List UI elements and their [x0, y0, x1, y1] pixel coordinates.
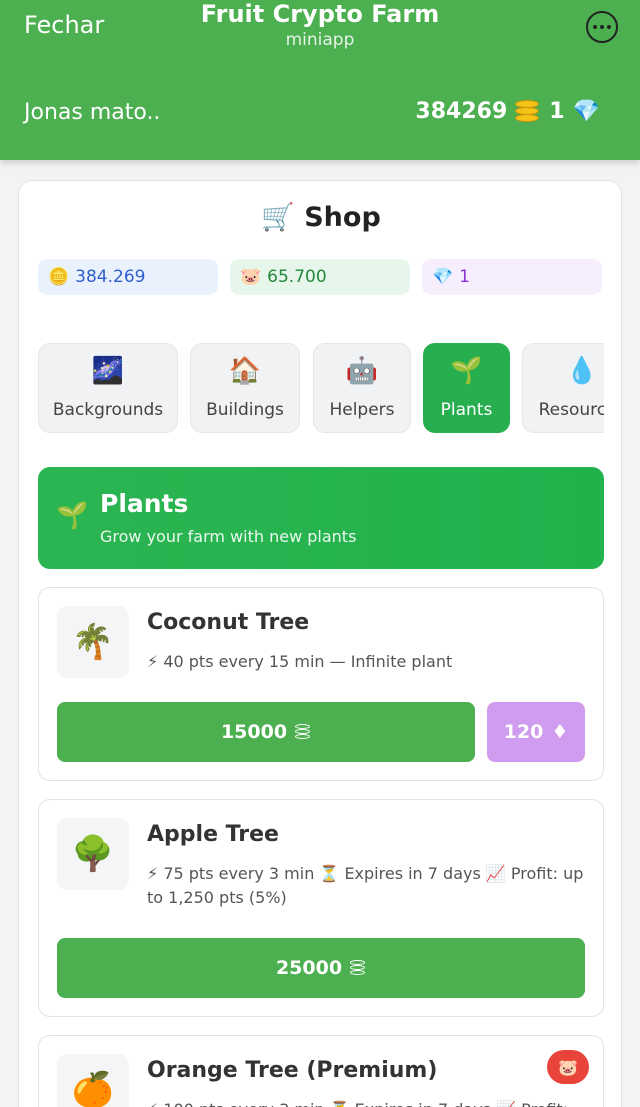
product-description: ⚡ 100 pts every 3 min ⏳ Expires in 7 day… — [147, 1098, 587, 1107]
piggy-bank-icon: 🐷 — [547, 1050, 589, 1084]
balance: 384269 1 💎 — [415, 98, 600, 124]
coins-stat: 🪙 384.269 — [38, 259, 218, 295]
seedling-icon: 🌱 — [450, 356, 483, 386]
product-description: ⚡ 40 pts every 15 min — Infinite plant — [147, 652, 453, 671]
tab-resources[interactable]: 💧 Resources — [522, 343, 604, 433]
product-name: Coconut Tree — [147, 610, 310, 635]
coins-icon — [515, 98, 541, 124]
apple-tree-icon: 🌳 — [57, 818, 129, 890]
app-header: Fechar Fruit Crypto Farm miniapp Jonas m… — [0, 0, 640, 160]
section-subtitle: Grow your farm with new plants — [100, 527, 357, 546]
product-name: Orange Tree (Premium) — [147, 1058, 438, 1083]
section-title: Plants — [100, 489, 189, 518]
piggy-stat: 🐷 65.700 — [230, 259, 410, 295]
buy-with-coins-button[interactable]: 25000 — [57, 938, 585, 998]
product-name: Apple Tree — [147, 822, 279, 847]
points-balance: 384269 — [415, 98, 508, 124]
coins-icon — [295, 724, 311, 740]
stats-row: 🪙 384.269 🐷 65.700 💎 1 — [38, 259, 602, 295]
more-options-button[interactable] — [586, 11, 618, 43]
tab-plants[interactable]: 🌱 Plants — [423, 343, 510, 433]
product-description: ⚡ 75 pts every 3 min ⏳ Expires in 7 days… — [147, 864, 584, 907]
orange-tree-icon: 🍊 — [57, 1054, 129, 1107]
house-icon: 🏠 — [228, 356, 262, 386]
gems-stat: 💎 1 — [422, 259, 602, 295]
more-dot-icon — [607, 25, 611, 29]
piggy-bank-icon: 🐷 — [240, 267, 262, 287]
gem-icon: 💎 — [572, 98, 600, 124]
more-dot-icon — [600, 25, 604, 29]
coins-icon — [350, 960, 366, 976]
gem-icon: ♦ — [551, 721, 569, 743]
coins-icon: 🪙 — [48, 267, 70, 287]
seedling-icon: 🌱 — [56, 501, 89, 531]
buy-with-coins-button[interactable]: 15000 — [57, 702, 475, 762]
category-tabs: 🌌 Backgrounds 🏠 Buildings 🤖 Helpers 🌱 Pl… — [38, 343, 604, 433]
robot-icon: 🤖 — [345, 356, 379, 386]
user-name: Jonas mato.. — [24, 100, 161, 125]
more-dot-icon — [593, 25, 597, 29]
shop-title: 🛒 Shop — [261, 202, 381, 233]
shop-card: 🛒 Shop 🪙 384.269 🐷 65.700 💎 1 🌌 Backgrou… — [18, 180, 622, 1107]
section-banner: 🌱 Plants Grow your farm with new plants — [38, 467, 604, 569]
palm-tree-icon: 🌴 — [57, 606, 129, 678]
gems-balance: 1 — [549, 98, 565, 124]
droplet-icon: 💧 — [565, 356, 599, 386]
gem-icon: 💎 — [432, 267, 454, 287]
product-card: 🍊 Orange Tree (Premium) ⚡ 100 pts every … — [38, 1035, 604, 1107]
cart-icon: 🛒 — [261, 202, 295, 233]
app-subtitle: miniapp — [285, 30, 355, 50]
app-title: Fruit Crypto Farm — [200, 0, 440, 28]
buy-with-gems-button[interactable]: 120 ♦ — [487, 702, 585, 762]
product-card: 🌴 Coconut Tree ⚡ 40 pts every 15 min — I… — [38, 587, 604, 781]
product-card: 🌳 Apple Tree ⚡ 75 pts every 3 min ⏳ Expi… — [38, 799, 604, 1017]
tab-buildings[interactable]: 🏠 Buildings — [190, 343, 300, 433]
tab-helpers[interactable]: 🤖 Helpers — [313, 343, 411, 433]
night-sky-icon: 🌌 — [91, 356, 125, 386]
tab-backgrounds[interactable]: 🌌 Backgrounds — [38, 343, 178, 433]
